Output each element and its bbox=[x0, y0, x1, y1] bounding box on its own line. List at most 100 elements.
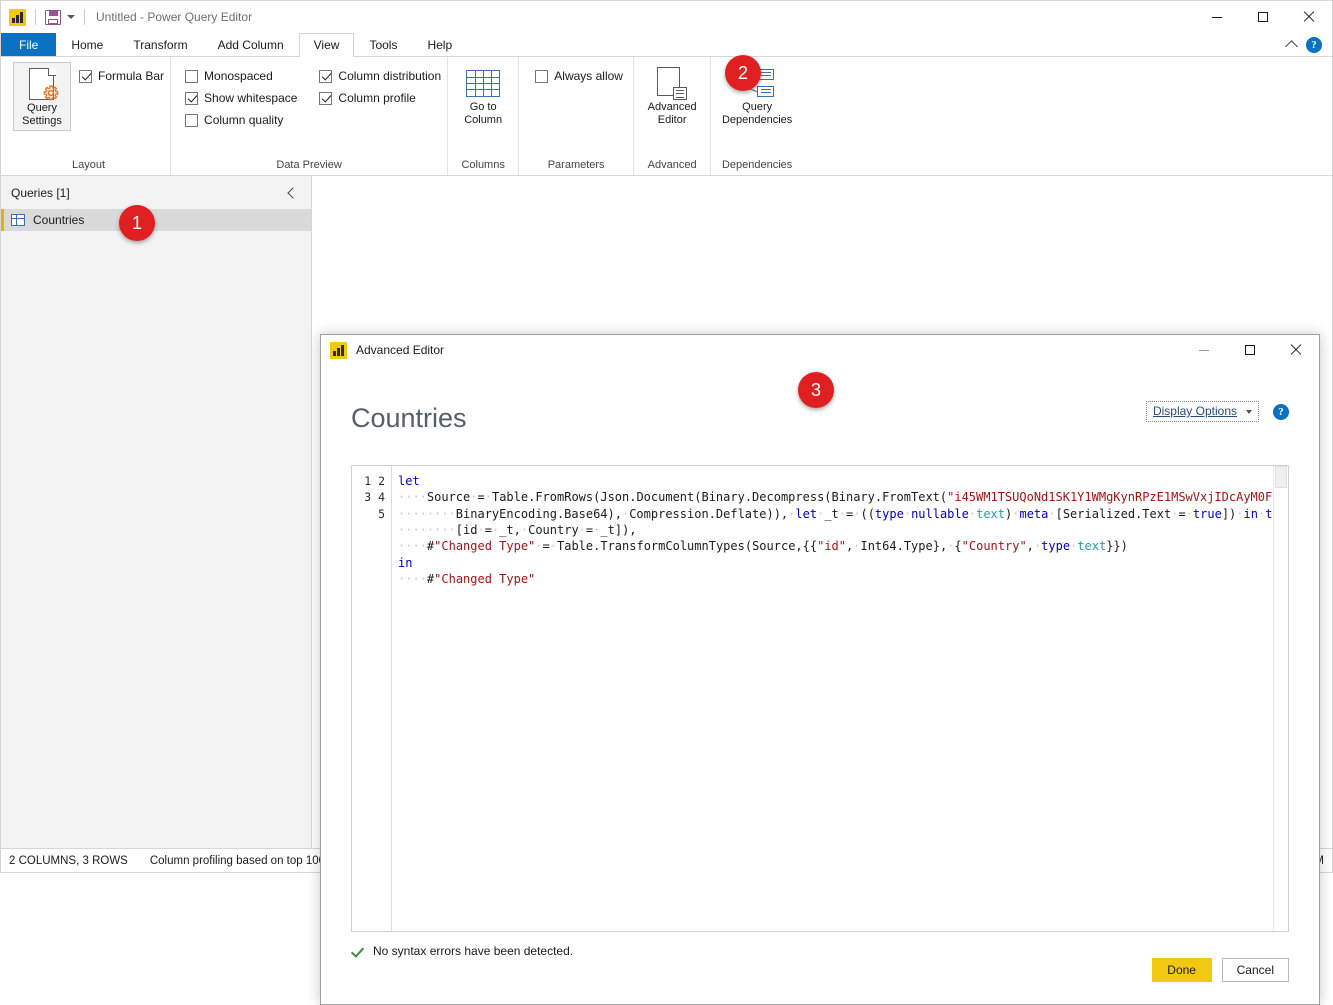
tab-file[interactable]: File bbox=[1, 33, 56, 56]
display-options-label: Display Options bbox=[1153, 404, 1237, 418]
queries-pane-header: Queries [1] bbox=[1, 176, 311, 209]
ribbon-group-label-data-preview: Data Preview bbox=[177, 155, 441, 175]
query-list-item-countries[interactable]: Countries bbox=[1, 209, 311, 231]
status-columns-rows: 2 COLUMNS, 3 ROWS bbox=[9, 855, 128, 867]
ribbon-group-label-dependencies: Dependencies bbox=[717, 155, 797, 175]
queries-pane: Queries [1] Countries bbox=[1, 176, 312, 848]
checkbox-label: Column profile bbox=[338, 91, 415, 105]
table-grid-icon bbox=[466, 65, 500, 101]
tab-add-column[interactable]: Add Column bbox=[203, 33, 299, 56]
ribbon-group-advanced: Advanced Editor Advanced bbox=[633, 57, 710, 175]
code-content[interactable]: let ····Source·=·Table.FromRows(Json.Doc… bbox=[392, 466, 1288, 931]
line-number-gutter: 1 2 3 4 5 bbox=[352, 466, 392, 931]
ribbon-group-columns: Go to Column Columns bbox=[447, 57, 518, 175]
close-button[interactable] bbox=[1286, 1, 1332, 33]
window-title: Untitled - Power Query Editor bbox=[96, 10, 252, 24]
dialog-minimize-button[interactable] bbox=[1181, 335, 1227, 365]
tab-tools[interactable]: Tools bbox=[354, 33, 412, 56]
help-icon[interactable]: ? bbox=[1273, 404, 1289, 420]
power-bi-logo-icon bbox=[330, 342, 347, 359]
checkbox-box[interactable] bbox=[535, 70, 548, 83]
checkbox-box[interactable] bbox=[319, 92, 332, 105]
checkbox-column-distribution[interactable]: Column distribution bbox=[319, 65, 441, 87]
checkbox-column-profile[interactable]: Column profile bbox=[319, 87, 441, 109]
ribbon: Query Settings Formula Bar Layout M bbox=[1, 57, 1332, 176]
minimize-button[interactable] bbox=[1194, 1, 1240, 33]
ribbon-group-label-columns: Columns bbox=[454, 155, 512, 175]
done-button[interactable]: Done bbox=[1152, 958, 1212, 982]
syntax-status: No syntax errors have been detected. bbox=[321, 932, 1319, 958]
code-vertical-scrollbar[interactable] bbox=[1273, 466, 1288, 931]
checkbox-box[interactable] bbox=[185, 70, 198, 83]
checkbox-label: Formula Bar bbox=[98, 69, 164, 83]
code-editor[interactable]: 1 2 3 4 5 let ····Source·=·Table.FromRow… bbox=[351, 465, 1289, 932]
checkbox-label: Show whitespace bbox=[204, 91, 297, 105]
ribbon-group-layout: Query Settings Formula Bar Layout bbox=[5, 57, 170, 175]
checkbox-column-quality[interactable]: Column quality bbox=[185, 109, 297, 131]
dialog-close-button[interactable] bbox=[1273, 335, 1319, 365]
query-settings-icon bbox=[29, 66, 56, 102]
ribbon-group-parameters: Always allow Parameters bbox=[518, 57, 633, 175]
ribbon-tab-bar: File Home Transform Add Column View Tool… bbox=[1, 33, 1332, 57]
checkbox-box[interactable] bbox=[79, 70, 92, 83]
save-icon[interactable] bbox=[45, 9, 61, 25]
checkbox-box[interactable] bbox=[319, 70, 332, 83]
ribbon-group-label-advanced: Advanced bbox=[640, 155, 704, 175]
checkbox-label: Column quality bbox=[204, 113, 283, 127]
cancel-button[interactable]: Cancel bbox=[1222, 958, 1289, 982]
tab-home[interactable]: Home bbox=[56, 33, 118, 56]
query-item-label: Countries bbox=[33, 213, 84, 227]
checkmark-icon bbox=[351, 945, 364, 958]
help-icon[interactable]: ? bbox=[1306, 37, 1322, 53]
dialog-buttons: Done Cancel bbox=[321, 958, 1319, 1004]
checkbox-formula-bar[interactable]: Formula Bar bbox=[79, 65, 164, 87]
maximize-button[interactable] bbox=[1240, 1, 1286, 33]
query-settings-button[interactable]: Query Settings bbox=[13, 62, 71, 131]
main-body: Queries [1] Countries 1 Advanced Editor bbox=[1, 176, 1332, 848]
checkbox-label: Monospaced bbox=[204, 69, 273, 83]
ribbon-group-data-preview: Monospaced Show whitespace Column qualit… bbox=[170, 57, 447, 175]
tab-transform[interactable]: Transform bbox=[118, 33, 202, 56]
go-to-column-label-line1: Go to bbox=[470, 101, 497, 114]
advanced-editor-label-line1: Advanced bbox=[648, 101, 697, 114]
advanced-editor-titlebar: Advanced Editor bbox=[321, 335, 1319, 365]
go-to-column-button[interactable]: Go to Column bbox=[454, 62, 512, 129]
advanced-editor-title: Advanced Editor bbox=[356, 343, 444, 357]
annotation-badge-1: 1 bbox=[119, 205, 155, 241]
annotation-badge-3: 3 bbox=[798, 372, 834, 408]
dialog-maximize-button[interactable] bbox=[1227, 335, 1273, 365]
quick-access-caret-down-icon[interactable] bbox=[67, 15, 75, 19]
display-options-dropdown[interactable]: Display Options bbox=[1146, 401, 1259, 422]
checkbox-box[interactable] bbox=[185, 92, 198, 105]
advanced-editor-dialog: Advanced Editor Countries Display Option… bbox=[320, 334, 1320, 1005]
query-settings-label-line1: Query bbox=[27, 102, 57, 115]
query-dependencies-label-line2: Dependencies bbox=[722, 114, 792, 127]
table-icon bbox=[11, 214, 25, 226]
power-query-editor-window: Untitled - Power Query Editor File Home … bbox=[0, 0, 1333, 873]
query-dependencies-label-line1: Query bbox=[742, 101, 772, 114]
syntax-status-message: No syntax errors have been detected. bbox=[373, 944, 573, 958]
scrollbar-thumb[interactable] bbox=[1275, 466, 1287, 488]
divider bbox=[84, 9, 85, 25]
checkbox-always-allow[interactable]: Always allow bbox=[535, 65, 623, 87]
checkbox-show-whitespace[interactable]: Show whitespace bbox=[185, 87, 297, 109]
advanced-editor-icon bbox=[657, 65, 687, 101]
checkbox-monospaced[interactable]: Monospaced bbox=[185, 65, 297, 87]
window-controls bbox=[1194, 1, 1332, 33]
ribbon-right-controls: ? bbox=[1287, 33, 1332, 56]
chevron-up-icon[interactable] bbox=[1285, 40, 1298, 53]
chevron-left-icon[interactable] bbox=[287, 187, 298, 198]
checkbox-box[interactable] bbox=[185, 114, 198, 127]
advanced-editor-label-line2: Editor bbox=[658, 114, 687, 127]
divider bbox=[35, 9, 36, 25]
title-bar: Untitled - Power Query Editor bbox=[1, 1, 1332, 33]
page-title: Countries bbox=[351, 405, 467, 432]
selection-accent bbox=[1, 209, 4, 231]
ribbon-group-label-parameters: Parameters bbox=[525, 155, 627, 175]
annotation-badge-2: 2 bbox=[725, 55, 761, 91]
advanced-editor-button[interactable]: Advanced Editor bbox=[640, 62, 704, 129]
advanced-editor-header-actions: Display Options ? bbox=[1146, 387, 1289, 422]
tab-help[interactable]: Help bbox=[412, 33, 467, 56]
tab-view[interactable]: View bbox=[299, 33, 355, 57]
checkbox-label: Always allow bbox=[554, 69, 623, 83]
